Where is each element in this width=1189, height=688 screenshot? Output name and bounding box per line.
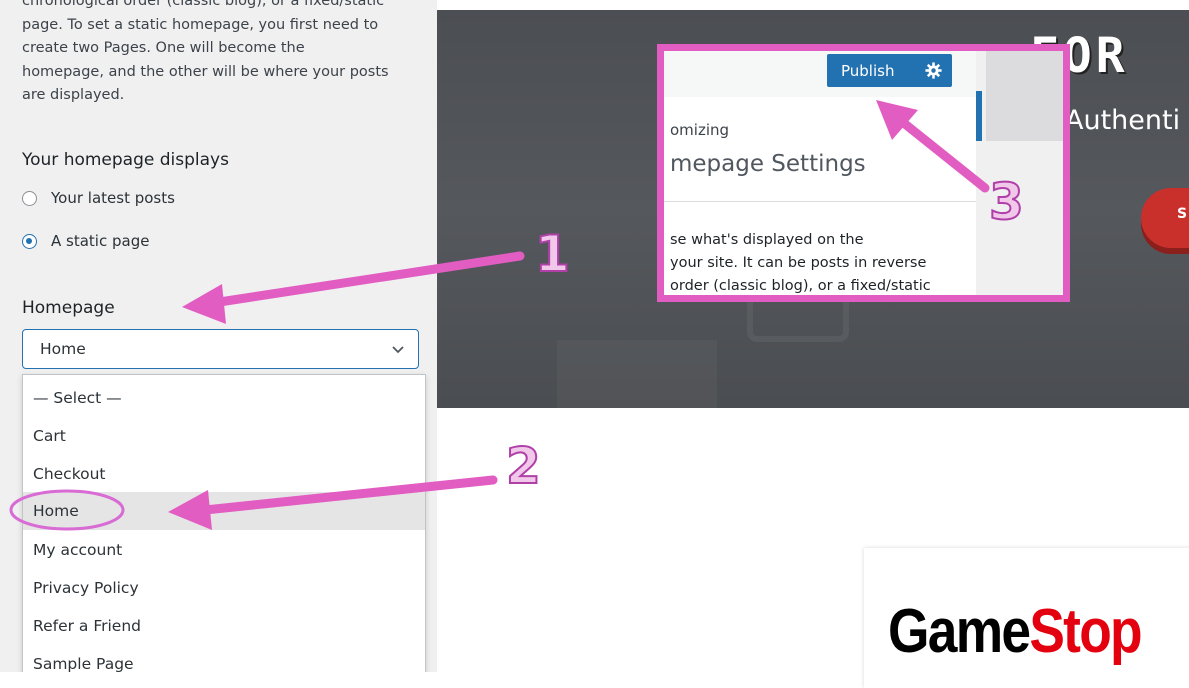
homepage-label: Homepage xyxy=(22,298,115,318)
site-tagline: Authenti xyxy=(1065,105,1181,136)
hero-cta-label: S xyxy=(1177,206,1188,222)
annotation-number-1: 1 xyxy=(534,224,571,284)
homepage-select[interactable]: Home xyxy=(22,329,419,369)
publish-label: Publish xyxy=(841,61,895,80)
inset-description-line: se what's displayed on the xyxy=(670,232,864,248)
inset-description-line: order (classic blog), or a fixed/static xyxy=(670,278,931,294)
hero-cta-button[interactable]: S xyxy=(1141,188,1189,248)
radio-label: Your latest posts xyxy=(51,189,175,207)
dropdown-option-cart[interactable]: Cart xyxy=(23,417,425,455)
radio-button[interactable] xyxy=(22,190,37,206)
dropdown-option-select[interactable]: — Select — xyxy=(23,379,425,417)
inset-breadcrumb: omizing xyxy=(670,121,730,139)
dropdown-option-checkout[interactable]: Checkout xyxy=(23,455,425,493)
homepage-displays-title: Your homepage displays xyxy=(22,150,229,170)
customizer-sidebar: chronological order (classic blog), or a… xyxy=(0,0,437,672)
chevron-down-icon xyxy=(392,346,404,354)
inset-preview-area xyxy=(986,51,1063,141)
gamestop-logo: GameStop xyxy=(888,596,1143,667)
inset-panel-header xyxy=(664,97,976,202)
dropdown-option-privacy-policy[interactable]: Privacy Policy xyxy=(23,569,425,607)
brand-right-text: Stop xyxy=(1029,597,1142,666)
description-line: page. To set a static homepage, you firs… xyxy=(22,16,379,33)
radio-latest-posts[interactable]: Your latest posts xyxy=(22,189,175,207)
dropdown-option-sample-page[interactable]: Sample Page xyxy=(23,645,425,672)
inset-focus-indicator xyxy=(976,91,982,141)
description-line: create two Pages. One will become the xyxy=(22,40,305,56)
select-value: Home xyxy=(40,340,86,358)
description-line: homepage, and the other will be where yo… xyxy=(22,63,389,80)
radio-static-page[interactable]: A static page xyxy=(22,232,149,250)
inset-description: se what's displayed on the your site. It… xyxy=(670,229,970,295)
gear-icon[interactable] xyxy=(925,62,942,79)
dropdown-option-my-account[interactable]: My account xyxy=(23,531,425,569)
hero-decoration xyxy=(557,340,717,408)
annotation-number-3: 3 xyxy=(988,172,1025,232)
inset-panel-title: mepage Settings xyxy=(670,151,866,177)
annotation-number-2: 2 xyxy=(505,436,542,496)
brand-left-text: Game xyxy=(888,597,1031,666)
publish-button[interactable]: Publish xyxy=(827,54,952,87)
customizer-toolbar: Publish xyxy=(664,51,976,98)
homepage-dropdown-list: — Select — Cart Checkout Home My account… xyxy=(22,374,426,672)
radio-label: A static page xyxy=(51,232,150,250)
dropdown-option-refer-a-friend[interactable]: Refer a Friend xyxy=(23,607,425,645)
description-line: chronological order (classic blog), or a… xyxy=(22,0,385,9)
radio-button-checked[interactable] xyxy=(22,233,37,249)
description-line: are displayed. xyxy=(22,87,125,103)
homepage-settings-description: chronological order (classic blog), or a… xyxy=(22,0,422,108)
dropdown-option-home[interactable]: Home xyxy=(23,492,425,530)
inset-description-line: your site. It can be posts in reverse xyxy=(670,255,927,271)
